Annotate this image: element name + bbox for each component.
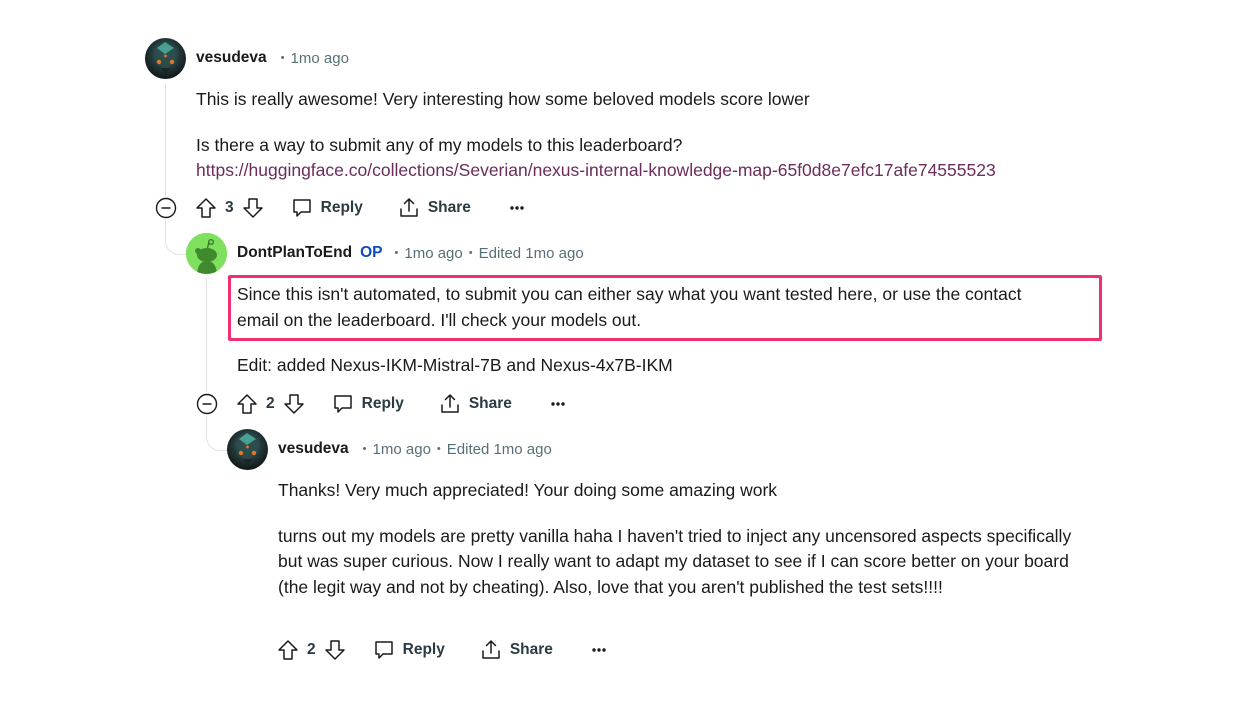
reply-label: Reply (320, 199, 363, 216)
thread-line (206, 278, 207, 392)
collapse-minus-icon (155, 197, 177, 219)
comment-meta: vesudeva • 1mo ago • Edited 1mo ago (278, 440, 552, 458)
dragon-avatar-icon (145, 38, 186, 79)
comment-meta: DontPlanToEnd OP • 1mo ago • Edited 1mo … (237, 244, 584, 262)
share-label: Share (509, 641, 553, 658)
reply-bubble-icon (333, 395, 352, 413)
more-options-button[interactable] (509, 205, 525, 211)
avatar[interactable] (145, 38, 186, 79)
op-badge: OP (360, 244, 383, 261)
dragon-avatar-icon (227, 429, 268, 470)
reply-button[interactable]: Reply (332, 393, 404, 415)
edited-label: Edited 1mo ago (478, 244, 584, 262)
comment-paragraph: This is really awesome! Very interesting… (196, 89, 810, 109)
share-icon (400, 198, 418, 217)
comment-actions: 2 Reply Share (277, 635, 607, 665)
ellipsis-icon (551, 402, 565, 406)
author-name[interactable]: vesudeva (278, 440, 349, 458)
comment-actions: 3 Reply Share (195, 193, 525, 223)
ellipsis-icon (592, 648, 606, 652)
reply-bubble-icon (292, 199, 311, 217)
comment-paragraph: email on the leaderboard. I'll check you… (237, 309, 642, 330)
comment-paragraph: turns out my models are pretty vanilla h… (278, 525, 1072, 597)
thread-elbow (165, 220, 188, 255)
collapse-thread-button[interactable] (155, 197, 177, 219)
upvote-arrow-icon (237, 394, 257, 414)
downvote-arrow-icon (324, 640, 345, 660)
vote-score: 2 (307, 641, 316, 658)
comment-actions: 2 Reply Share (236, 389, 566, 419)
reply-label: Reply (402, 641, 445, 658)
reply-button[interactable]: Reply (291, 197, 363, 219)
separator-dot: • (468, 247, 473, 259)
separator-dot: • (436, 443, 441, 455)
reply-bubble-icon (374, 641, 393, 659)
avatar[interactable] (186, 233, 227, 274)
upvote-arrow-icon (196, 198, 216, 218)
upvote-button[interactable] (277, 639, 299, 661)
vote-score: 3 (225, 199, 234, 216)
comment-body: Since this isn't automated, to submit yo… (237, 282, 1117, 379)
downvote-button[interactable] (242, 197, 264, 219)
share-button[interactable]: Share (398, 197, 471, 219)
separator-dot: • (394, 247, 399, 259)
upvote-button[interactable] (195, 197, 217, 219)
more-options-button[interactable] (591, 647, 607, 653)
comment-body: Thanks! Very much appreciated! Your doin… (278, 478, 1100, 600)
reply-label: Reply (361, 395, 404, 412)
timestamp[interactable]: 1mo ago (373, 441, 431, 458)
author-name[interactable]: DontPlanToEnd (237, 244, 352, 262)
share-label: Share (468, 395, 512, 412)
separator-dot: • (362, 443, 367, 455)
snoo-avatar-icon (186, 233, 227, 274)
vote-score: 2 (266, 395, 275, 412)
thread-elbow (206, 416, 229, 451)
upvote-button[interactable] (236, 393, 258, 415)
share-button[interactable]: Share (480, 639, 553, 661)
reply-button[interactable]: Reply (373, 639, 445, 661)
upvote-arrow-icon (278, 640, 298, 660)
ellipsis-icon (510, 206, 524, 210)
comment-paragraph: Since this isn't automated, to submit yo… (237, 284, 1022, 304)
downvote-button[interactable] (283, 393, 305, 415)
share-icon (441, 394, 459, 413)
timestamp[interactable]: 1mo ago (291, 50, 349, 67)
comment-paragraph: Is there a way to submit any of my model… (196, 134, 683, 155)
comment-meta: vesudeva • 1mo ago (196, 49, 349, 67)
thread-line (165, 84, 166, 196)
comment-body: This is really awesome! Very interesting… (196, 87, 1096, 184)
downvote-arrow-icon (242, 198, 263, 218)
avatar[interactable] (227, 429, 268, 470)
collapse-minus-icon (196, 393, 218, 415)
downvote-button[interactable] (324, 639, 346, 661)
timestamp[interactable]: 1mo ago (404, 245, 462, 262)
author-name[interactable]: vesudeva (196, 49, 267, 67)
external-link[interactable]: https://huggingface.co/collections/Sever… (196, 160, 996, 180)
comment-paragraph: Thanks! Very much appreciated! Your doin… (278, 480, 778, 500)
collapse-thread-button[interactable] (196, 393, 218, 415)
separator-dot: • (280, 52, 285, 64)
more-options-button[interactable] (550, 401, 566, 407)
share-icon (482, 640, 500, 659)
share-button[interactable]: Share (439, 393, 512, 415)
comment-paragraph: Edit: added Nexus-IKM-Mistral-7B and Nex… (237, 355, 673, 375)
share-label: Share (427, 199, 471, 216)
downvote-arrow-icon (283, 394, 304, 414)
edited-label: Edited 1mo ago (446, 440, 552, 458)
